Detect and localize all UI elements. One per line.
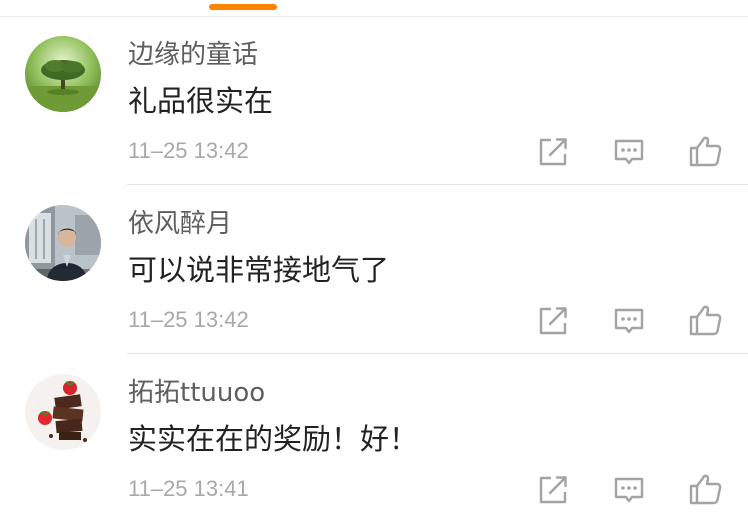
comment-item: 依风醉月 可以说非常接地气了 11–25 13:42	[0, 185, 748, 354]
username[interactable]: 依风醉月	[128, 209, 232, 239]
lone-tree-avatar-icon	[25, 36, 101, 112]
comment-icon	[614, 308, 644, 334]
comment-button[interactable]	[609, 471, 649, 507]
comment-icon	[614, 139, 644, 165]
share-icon	[539, 138, 567, 166]
like-button[interactable]	[685, 471, 725, 507]
avatar[interactable]	[25, 36, 101, 112]
chocolate-strawberry-avatar-icon	[25, 374, 101, 450]
tab-header	[0, 0, 748, 17]
timestamp: 11–25 13:42	[128, 307, 249, 332]
like-button[interactable]	[685, 133, 725, 169]
comment-text: 可以说非常接地气了	[128, 253, 390, 287]
share-button[interactable]	[533, 471, 573, 507]
username[interactable]: 边缘的童话	[128, 40, 258, 70]
comment-item: 拓拓ttuuoo 实实在在的奖励！好！ 11–25 13:41	[0, 354, 748, 523]
share-button[interactable]	[533, 133, 573, 169]
share-icon	[539, 476, 567, 504]
comment-text: 实实在在的奖励！好！	[128, 422, 419, 456]
share-button[interactable]	[533, 302, 573, 338]
comment-button[interactable]	[609, 302, 649, 338]
timestamp: 11–25 13:42	[128, 138, 249, 163]
timestamp: 11–25 13:41	[128, 476, 249, 501]
active-tab-indicator	[209, 4, 277, 10]
avatar[interactable]	[25, 374, 101, 450]
thumbs-up-icon	[689, 305, 722, 336]
thumbs-up-icon	[689, 474, 722, 505]
man-by-window-avatar-icon	[25, 205, 101, 281]
comment-icon	[614, 477, 644, 503]
like-button[interactable]	[685, 302, 725, 338]
username[interactable]: 拓拓ttuuoo	[128, 378, 265, 408]
comment-button[interactable]	[609, 133, 649, 169]
thumbs-up-icon	[689, 136, 722, 167]
comment-item: 边缘的童话 礼品很实在 11–25 13:42	[0, 16, 748, 185]
comment-text: 礼品很实在	[128, 84, 274, 118]
avatar[interactable]	[25, 205, 101, 281]
share-icon	[539, 307, 567, 335]
